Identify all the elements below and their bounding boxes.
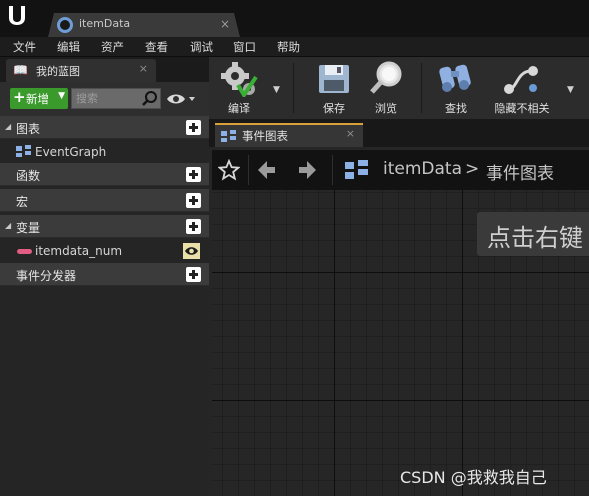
find-label: 查找 [445,102,467,115]
save-floppy-icon [319,65,349,93]
compile-gears-icon [221,62,258,97]
toolbar-divider [293,63,294,113]
add-graph-button[interactable] [186,120,201,135]
header-divider [332,155,333,185]
plus-icon: + [13,88,26,106]
event-graph-tab[interactable]: 事件图表 × [215,123,363,147]
menu-view[interactable]: 查看 [145,39,168,55]
graph-icon [345,160,368,179]
forward-arrow-icon[interactable] [297,160,317,180]
header-divider [248,155,249,185]
event-graph-tab-label: 事件图表 [242,129,288,143]
my-blueprint-tab[interactable]: 📖 我的蓝图 × [6,59,156,82]
menu-asset[interactable]: 资产 [101,39,124,55]
close-tab-icon[interactable]: × [220,17,230,31]
compile-options-caret-icon[interactable]: ▼ [273,85,280,95]
caret-down-icon: ▼ [58,91,65,101]
find-button[interactable]: 查找 [431,57,481,119]
unreal-logo-icon [9,6,25,25]
favorite-star-icon[interactable] [218,159,240,181]
book-icon: 📖 [13,63,28,77]
section-dispatchers-label: 事件分发器 [16,269,77,283]
document-tab-label: itemData [79,17,131,30]
add-variable-button[interactable] [186,219,201,234]
collapse-triangle-icon[interactable]: ◢ [5,122,11,131]
menu-debug[interactable]: 调试 [190,39,213,55]
main-editor: 编译 ▼ 保存 浏览 查找 隐藏不相关 ▼ 事件图表 × itemData > … [209,57,589,496]
hide-unrelated-label: 隐藏不相关 [494,102,550,115]
add-dispatcher-button[interactable] [186,267,201,282]
add-function-button[interactable] [186,167,201,182]
context-hint-banner: 点击右键 [477,212,589,256]
save-label: 保存 [323,102,345,115]
back-arrow-icon[interactable] [257,160,277,180]
section-variables[interactable]: ◢ 变量 [0,215,209,238]
browse-magnifier-icon [370,61,402,94]
section-variables-label: 变量 [16,221,41,235]
search-icon[interactable] [141,90,159,107]
breadcrumb-event-graph: 事件图表 [486,164,554,184]
menu-help[interactable]: 帮助 [277,39,300,55]
menu-edit[interactable]: 编辑 [57,39,80,55]
browse-button[interactable]: 浏览 [360,57,412,119]
section-event-dispatchers[interactable]: 事件分发器 [0,263,209,286]
close-panel-icon[interactable]: × [139,62,148,75]
graph-icon [221,130,236,142]
add-new-label: 新增 [26,92,49,106]
add-new-button[interactable]: + 新增 ▼ [10,88,68,109]
blueprint-toolbar: 编译 ▼ 保存 浏览 查找 隐藏不相关 ▼ [209,57,589,119]
breadcrumb-separator: > [465,159,480,179]
eventgraph-label: EventGraph [35,145,107,159]
visibility-eye-icon[interactable] [183,243,200,259]
panel-tab-row: 📖 我的蓝图 × [0,57,209,82]
my-blueprint-panel: 📖 我的蓝图 × + 新增 ▼ ◢ 图表 [0,57,209,496]
graph-icon [16,145,31,157]
section-functions-label: 函数 [16,169,41,183]
menu-file[interactable]: 文件 [13,39,36,55]
section-graphs[interactable]: ◢ 图表 [0,116,209,139]
view-options-eye-icon[interactable] [165,90,199,108]
variable-type-pill-icon [17,249,32,254]
section-macros-label: 宏 [16,195,29,209]
save-button[interactable]: 保存 [308,57,360,119]
search-box[interactable] [71,88,161,109]
menu-window[interactable]: 窗口 [233,39,256,55]
document-tab[interactable]: itemData × [48,13,240,37]
collapse-triangle-icon[interactable]: ◢ [5,221,11,230]
my-blueprint-tab-label: 我的蓝图 [36,65,80,78]
graph-canvas[interactable]: 点击右键 [212,190,589,496]
list-item-eventgraph[interactable]: EventGraph [0,141,209,163]
toolbar-divider [421,63,422,113]
hide-unrelated-button[interactable]: 隐藏不相关 [485,57,559,119]
section-macros[interactable]: 宏 [0,189,209,212]
panel-toolbar: + 新增 ▼ [0,82,209,116]
blueprint-icon [57,17,73,33]
section-functions[interactable]: 函数 [0,163,209,186]
browse-label: 浏览 [375,102,397,115]
variable-label: itemdata_num [35,244,123,258]
context-hint-text: 点击右键 [487,224,583,252]
search-input[interactable] [74,90,144,107]
graph-tab-row: 事件图表 × [209,119,589,147]
hide-options-caret-icon[interactable]: ▼ [567,85,574,95]
compile-label: 编译 [228,102,250,115]
title-bar: itemData × [0,0,589,37]
menu-bar: 文件 编辑 资产 查看 调试 窗口 帮助 [0,37,589,57]
watermark-text: CSDN @我救我自己 [400,468,547,487]
find-binoculars-icon [439,64,471,92]
breadcrumb-blueprint[interactable]: itemData [383,159,462,179]
section-graphs-label: 图表 [16,122,41,136]
graph-breadcrumb-bar: itemData > 事件图表 [212,150,589,190]
close-graph-tab-icon[interactable]: × [346,127,355,140]
add-macro-button[interactable] [186,193,201,208]
list-item-itemdata-num[interactable]: itemdata_num [0,240,209,262]
hide-unrelated-nodes-icon [504,66,538,94]
compile-button[interactable]: 编译 [211,57,267,119]
